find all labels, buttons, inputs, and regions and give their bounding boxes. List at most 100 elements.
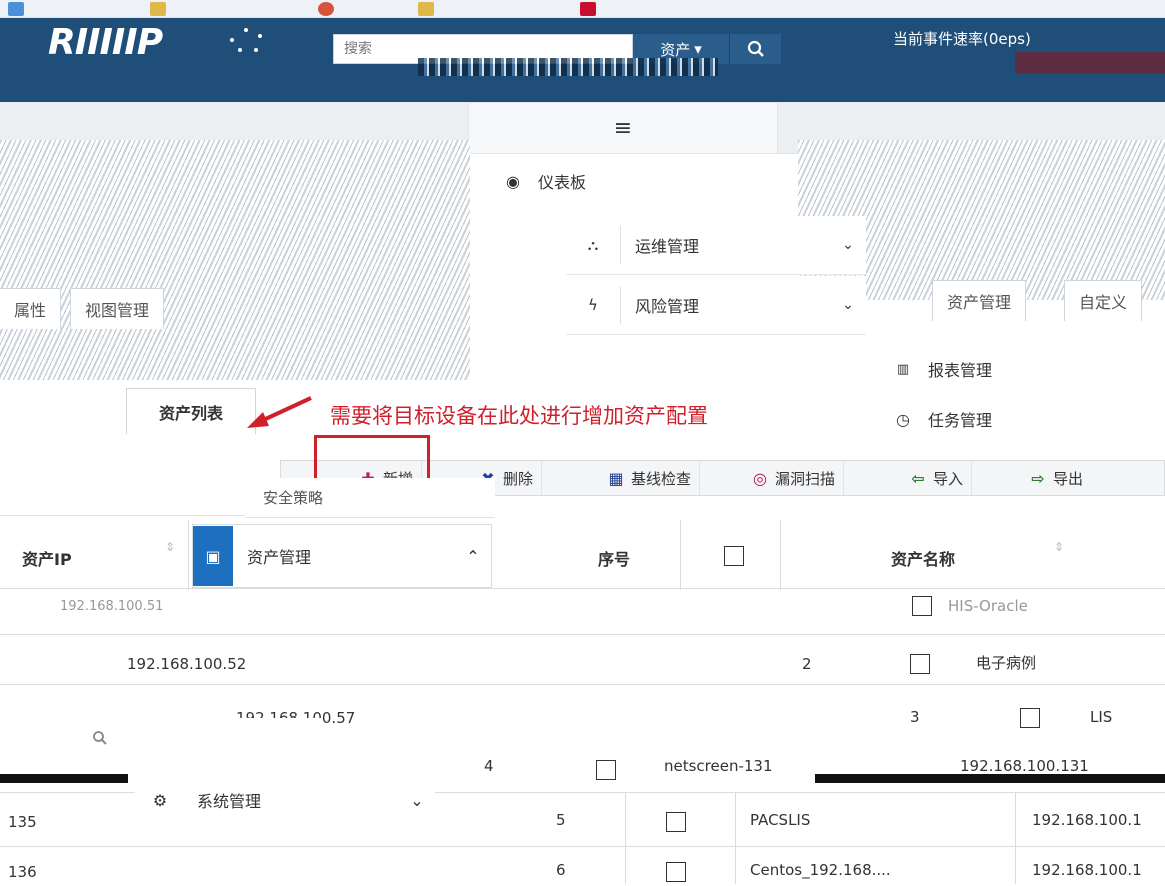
- chevron-down-icon: ⌄: [410, 790, 424, 810]
- tab-label: 自定义: [1079, 293, 1128, 312]
- table-cell-ip: 192.168.100.1: [1032, 811, 1142, 829]
- tab-label: 资产管理: [947, 293, 1012, 312]
- menu-item-security-policy[interactable]: 安全策略: [245, 478, 495, 518]
- menu-label: 运维管理: [635, 237, 700, 256]
- tab-asset-management[interactable]: 资产管理: [932, 280, 1027, 321]
- search-button[interactable]: [729, 34, 781, 64]
- button-label: 导入: [933, 469, 964, 488]
- menu-label: 系统管理: [197, 792, 262, 811]
- search-icon: [93, 731, 107, 745]
- search-icon: [747, 40, 764, 57]
- sort-icon[interactable]: ⇕: [1054, 540, 1064, 554]
- table-divider: [0, 846, 1165, 847]
- bookmark-icon[interactable]: [318, 2, 334, 16]
- export-icon: ⇨: [1031, 468, 1045, 488]
- menu-search-field[interactable]: [62, 718, 322, 758]
- tab-properties[interactable]: 属性: [0, 288, 62, 329]
- column-header-asset-ip[interactable]: 资产IP: [22, 528, 72, 588]
- background-panel-left: [0, 140, 470, 380]
- button-label: 漏洞扫描: [775, 469, 836, 488]
- menu-item-asset-management[interactable]: ▣ 资产管理 ⌃: [192, 524, 492, 588]
- dashboard-icon: ◉: [506, 171, 520, 191]
- row-checkbox[interactable]: [666, 862, 686, 882]
- column-header-asset-name[interactable]: 资产名称: [891, 528, 955, 588]
- menu-label: 安全策略: [263, 489, 324, 507]
- table-cell-index: 5: [556, 811, 566, 829]
- target-icon: ◎: [753, 468, 767, 488]
- menu-label: 风险管理: [635, 297, 700, 316]
- baseline-check-button[interactable]: ▦ 基线检查: [599, 461, 701, 495]
- table-cell-name[interactable]: PACSLIS: [750, 806, 810, 834]
- tab-asset-list[interactable]: 资产列表: [126, 388, 256, 434]
- row-checkbox[interactable]: [912, 596, 932, 616]
- menu-label: 报表管理: [928, 361, 993, 380]
- caret-down-icon: ▾: [694, 40, 702, 58]
- sidebar-toggle-button[interactable]: ≡: [468, 102, 778, 154]
- column-divider: [780, 520, 781, 590]
- sitemap-icon: ⛬: [587, 236, 599, 254]
- button-label: 导出: [1053, 469, 1084, 488]
- table-cell-index: 4: [484, 757, 494, 775]
- page-tab-bar: 属性 视图管理: [0, 288, 470, 338]
- table-cell-ip: 192.168.100.51: [60, 598, 164, 614]
- menu-item-system-management[interactable]: ⚙ 系统管理 ⌄: [135, 772, 435, 828]
- tab-custom[interactable]: 自定义: [1064, 280, 1143, 321]
- tab-label: 资产列表: [158, 403, 223, 423]
- button-label: 基线检查: [631, 469, 692, 488]
- folder-icon[interactable]: [418, 2, 434, 16]
- tab-label: 属性: [14, 301, 47, 320]
- table-cell-name[interactable]: 电子病例: [976, 648, 1036, 676]
- briefcase-icon: ▣: [193, 526, 233, 586]
- menu-item-dashboard[interactable]: ◉ 仪表板: [488, 158, 788, 204]
- import-button[interactable]: ⇦ 导入: [901, 461, 973, 495]
- folder-icon[interactable]: [150, 2, 166, 16]
- app-logo[interactable]: RIIIIIP: [48, 22, 163, 63]
- tab-label: 视图管理: [85, 301, 150, 320]
- table-cell-ip: 192.168.100.52: [127, 655, 247, 673]
- column-divider: [188, 520, 189, 590]
- vuln-scan-button[interactable]: ◎ 漏洞扫描: [743, 461, 845, 495]
- render-artifact-bar: [815, 774, 1165, 783]
- bookmark-icon[interactable]: [580, 2, 596, 16]
- row-checkbox[interactable]: [910, 654, 930, 674]
- gears-icon: ⚙: [152, 790, 168, 810]
- lightning-icon: ϟ: [588, 296, 598, 314]
- table-cell-index: 6: [556, 861, 566, 879]
- menu-item-task-management[interactable]: ◷ 任务管理: [878, 400, 1160, 438]
- right-tab-bar: 资产管理 自定义: [932, 280, 1165, 330]
- column-divider: [680, 520, 681, 590]
- event-rate-indicator: 当前事件速率(0eps): [893, 30, 1031, 48]
- search-scope-label: 资产: [660, 40, 691, 59]
- menu-label: 任务管理: [928, 411, 993, 430]
- hamburger-menu-icon: ≡: [613, 115, 633, 141]
- menu-item-ops-management[interactable]: ⛬ 运维管理 ⌄: [566, 216, 866, 275]
- column-divider: [735, 792, 736, 884]
- import-icon: ⇦: [911, 468, 925, 488]
- row-checkbox[interactable]: [666, 812, 686, 832]
- barcode-icon: ▦: [608, 468, 624, 488]
- annotation-text: 需要将目标设备在此处进行增加资产配置: [330, 404, 708, 428]
- column-divider: [625, 792, 626, 884]
- sort-icon[interactable]: ⇕: [165, 540, 175, 554]
- export-button[interactable]: ⇨ 导出: [1021, 461, 1091, 495]
- row-checkbox[interactable]: [1020, 708, 1040, 728]
- table-cell-name[interactable]: netscreen-131: [664, 752, 773, 780]
- menu-item-risk-management[interactable]: ϟ 风险管理 ⌄: [566, 276, 866, 335]
- clock-icon: ◷: [896, 409, 910, 429]
- row-checkbox[interactable]: [596, 760, 616, 780]
- table-cell-ip-partial: 136: [8, 863, 37, 881]
- column-divider: [1015, 792, 1016, 884]
- column-header-index[interactable]: 序号: [598, 528, 630, 588]
- table-cell-ip-partial: 135: [8, 813, 37, 831]
- table-cell-name[interactable]: Centos_192.168....: [750, 856, 891, 884]
- table-cell-index: 2: [802, 655, 812, 673]
- logo-dots-icon: [230, 28, 262, 52]
- tab-view-management[interactable]: 视图管理: [70, 288, 165, 329]
- select-all-checkbox[interactable]: [724, 546, 744, 566]
- bookmark-icon[interactable]: [8, 2, 24, 16]
- chevron-down-icon: ⌄: [842, 237, 854, 253]
- table-cell-name[interactable]: HIS-Oracle: [948, 592, 1028, 620]
- menu-item-report-management[interactable]: ▥ 报表管理: [878, 345, 1160, 393]
- table-cell-name[interactable]: LIS: [1090, 703, 1112, 731]
- header-alert-area[interactable]: [1015, 52, 1165, 74]
